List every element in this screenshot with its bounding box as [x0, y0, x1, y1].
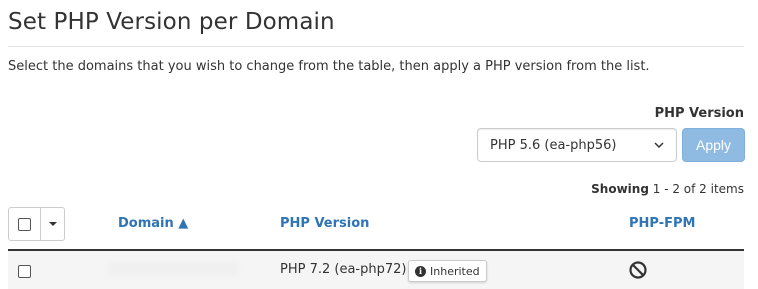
chevron-down-icon [654, 142, 664, 149]
apply-button[interactable]: Apply [682, 128, 745, 162]
select-options-dropdown[interactable] [41, 208, 64, 240]
domain-cell-redacted [108, 262, 238, 276]
page-description: Select the domains that you wish to chan… [8, 59, 650, 74]
column-header-php-fpm[interactable]: PHP-FPM [629, 216, 695, 231]
showing-label: Showing [591, 182, 649, 196]
pagination-summary: Showing 1 - 2 of 2 items [591, 182, 744, 196]
row-checkbox[interactable] [18, 265, 31, 278]
php-version-label: PHP Version [654, 106, 744, 121]
ban-icon [629, 261, 647, 279]
page-title: Set PHP Version per Domain [8, 9, 335, 35]
column-header-php-version[interactable]: PHP Version [280, 216, 369, 231]
inherited-badge: i Inherited [408, 260, 487, 282]
php-version-select[interactable]: PHP 5.6 (ea-php56) [477, 128, 677, 162]
showing-range: 1 - 2 of 2 items [652, 182, 744, 196]
info-icon: i [415, 265, 426, 277]
caret-down-icon [48, 222, 57, 226]
inherited-badge-label: Inherited [430, 264, 480, 278]
select-all-control [8, 207, 65, 241]
table-row: PHP 7.2 (ea-php72) i Inherited [8, 251, 744, 289]
php-version-cell: PHP 7.2 (ea-php72) [280, 262, 407, 277]
php-version-select-value: PHP 5.6 (ea-php56) [490, 137, 617, 153]
select-all-checkbox-wrapper[interactable] [9, 208, 41, 240]
title-divider [8, 46, 744, 47]
select-all-checkbox[interactable] [18, 217, 31, 231]
column-header-domain[interactable]: Domain ▲ [118, 216, 188, 231]
